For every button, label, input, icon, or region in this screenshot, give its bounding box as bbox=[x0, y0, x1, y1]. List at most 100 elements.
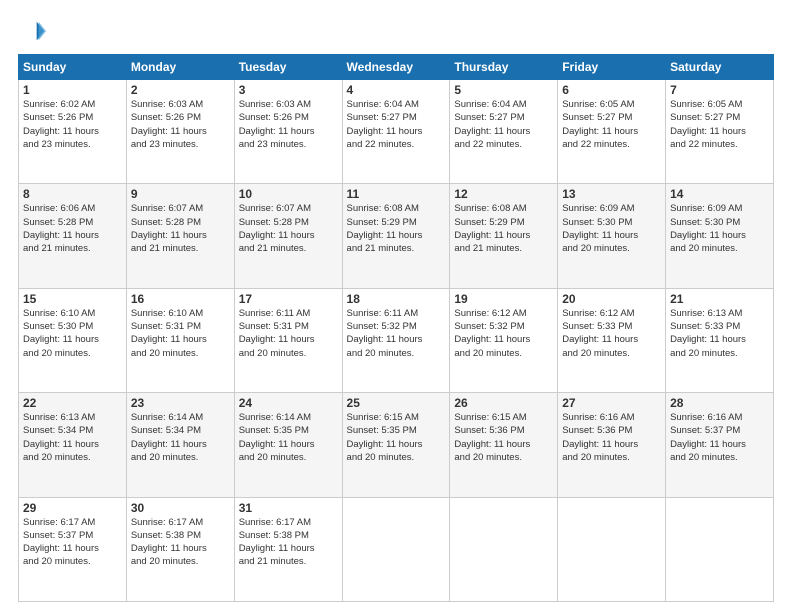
day-number: 3 bbox=[239, 83, 338, 97]
logo bbox=[18, 18, 50, 46]
calendar-cell: 16Sunrise: 6:10 AM Sunset: 5:31 PM Dayli… bbox=[126, 288, 234, 392]
day-number: 30 bbox=[131, 501, 230, 515]
calendar-cell: 28Sunrise: 6:16 AM Sunset: 5:37 PM Dayli… bbox=[666, 393, 774, 497]
day-number: 23 bbox=[131, 396, 230, 410]
day-number: 26 bbox=[454, 396, 553, 410]
day-info: Sunrise: 6:14 AM Sunset: 5:34 PM Dayligh… bbox=[131, 411, 230, 464]
calendar-cell: 22Sunrise: 6:13 AM Sunset: 5:34 PM Dayli… bbox=[19, 393, 127, 497]
weekday-header: Wednesday bbox=[342, 55, 450, 80]
page: SundayMondayTuesdayWednesdayThursdayFrid… bbox=[0, 0, 792, 612]
day-info: Sunrise: 6:03 AM Sunset: 5:26 PM Dayligh… bbox=[239, 98, 338, 151]
day-info: Sunrise: 6:17 AM Sunset: 5:37 PM Dayligh… bbox=[23, 516, 122, 569]
day-number: 28 bbox=[670, 396, 769, 410]
calendar-week-row: 15Sunrise: 6:10 AM Sunset: 5:30 PM Dayli… bbox=[19, 288, 774, 392]
weekday-header: Tuesday bbox=[234, 55, 342, 80]
calendar-cell: 7Sunrise: 6:05 AM Sunset: 5:27 PM Daylig… bbox=[666, 80, 774, 184]
calendar-cell: 31Sunrise: 6:17 AM Sunset: 5:38 PM Dayli… bbox=[234, 497, 342, 601]
calendar-cell: 6Sunrise: 6:05 AM Sunset: 5:27 PM Daylig… bbox=[558, 80, 666, 184]
header bbox=[18, 18, 774, 46]
day-info: Sunrise: 6:11 AM Sunset: 5:31 PM Dayligh… bbox=[239, 307, 338, 360]
day-info: Sunrise: 6:13 AM Sunset: 5:33 PM Dayligh… bbox=[670, 307, 769, 360]
calendar-cell bbox=[342, 497, 450, 601]
day-info: Sunrise: 6:04 AM Sunset: 5:27 PM Dayligh… bbox=[347, 98, 446, 151]
day-number: 6 bbox=[562, 83, 661, 97]
day-number: 29 bbox=[23, 501, 122, 515]
day-info: Sunrise: 6:03 AM Sunset: 5:26 PM Dayligh… bbox=[131, 98, 230, 151]
day-number: 22 bbox=[23, 396, 122, 410]
day-number: 15 bbox=[23, 292, 122, 306]
calendar-cell: 13Sunrise: 6:09 AM Sunset: 5:30 PM Dayli… bbox=[558, 184, 666, 288]
calendar-cell: 17Sunrise: 6:11 AM Sunset: 5:31 PM Dayli… bbox=[234, 288, 342, 392]
day-number: 17 bbox=[239, 292, 338, 306]
calendar-cell bbox=[450, 497, 558, 601]
calendar-cell: 18Sunrise: 6:11 AM Sunset: 5:32 PM Dayli… bbox=[342, 288, 450, 392]
day-info: Sunrise: 6:10 AM Sunset: 5:30 PM Dayligh… bbox=[23, 307, 122, 360]
day-info: Sunrise: 6:08 AM Sunset: 5:29 PM Dayligh… bbox=[347, 202, 446, 255]
day-info: Sunrise: 6:06 AM Sunset: 5:28 PM Dayligh… bbox=[23, 202, 122, 255]
day-number: 1 bbox=[23, 83, 122, 97]
day-number: 8 bbox=[23, 187, 122, 201]
day-number: 27 bbox=[562, 396, 661, 410]
weekday-header: Saturday bbox=[666, 55, 774, 80]
calendar-cell: 10Sunrise: 6:07 AM Sunset: 5:28 PM Dayli… bbox=[234, 184, 342, 288]
calendar-cell: 11Sunrise: 6:08 AM Sunset: 5:29 PM Dayli… bbox=[342, 184, 450, 288]
day-number: 18 bbox=[347, 292, 446, 306]
calendar-cell: 5Sunrise: 6:04 AM Sunset: 5:27 PM Daylig… bbox=[450, 80, 558, 184]
day-number: 19 bbox=[454, 292, 553, 306]
day-number: 24 bbox=[239, 396, 338, 410]
day-number: 20 bbox=[562, 292, 661, 306]
day-info: Sunrise: 6:17 AM Sunset: 5:38 PM Dayligh… bbox=[131, 516, 230, 569]
calendar-cell: 19Sunrise: 6:12 AM Sunset: 5:32 PM Dayli… bbox=[450, 288, 558, 392]
calendar-cell: 26Sunrise: 6:15 AM Sunset: 5:36 PM Dayli… bbox=[450, 393, 558, 497]
day-number: 25 bbox=[347, 396, 446, 410]
calendar-cell: 1Sunrise: 6:02 AM Sunset: 5:26 PM Daylig… bbox=[19, 80, 127, 184]
calendar-cell: 4Sunrise: 6:04 AM Sunset: 5:27 PM Daylig… bbox=[342, 80, 450, 184]
calendar-cell: 12Sunrise: 6:08 AM Sunset: 5:29 PM Dayli… bbox=[450, 184, 558, 288]
day-info: Sunrise: 6:07 AM Sunset: 5:28 PM Dayligh… bbox=[239, 202, 338, 255]
day-number: 21 bbox=[670, 292, 769, 306]
calendar-header-row: SundayMondayTuesdayWednesdayThursdayFrid… bbox=[19, 55, 774, 80]
calendar-cell bbox=[666, 497, 774, 601]
weekday-header: Monday bbox=[126, 55, 234, 80]
day-info: Sunrise: 6:15 AM Sunset: 5:35 PM Dayligh… bbox=[347, 411, 446, 464]
day-info: Sunrise: 6:11 AM Sunset: 5:32 PM Dayligh… bbox=[347, 307, 446, 360]
day-info: Sunrise: 6:07 AM Sunset: 5:28 PM Dayligh… bbox=[131, 202, 230, 255]
day-info: Sunrise: 6:05 AM Sunset: 5:27 PM Dayligh… bbox=[670, 98, 769, 151]
day-number: 12 bbox=[454, 187, 553, 201]
calendar-cell: 21Sunrise: 6:13 AM Sunset: 5:33 PM Dayli… bbox=[666, 288, 774, 392]
day-info: Sunrise: 6:14 AM Sunset: 5:35 PM Dayligh… bbox=[239, 411, 338, 464]
calendar-cell: 14Sunrise: 6:09 AM Sunset: 5:30 PM Dayli… bbox=[666, 184, 774, 288]
calendar-table: SundayMondayTuesdayWednesdayThursdayFrid… bbox=[18, 54, 774, 602]
day-info: Sunrise: 6:09 AM Sunset: 5:30 PM Dayligh… bbox=[562, 202, 661, 255]
day-info: Sunrise: 6:12 AM Sunset: 5:32 PM Dayligh… bbox=[454, 307, 553, 360]
day-number: 10 bbox=[239, 187, 338, 201]
day-info: Sunrise: 6:02 AM Sunset: 5:26 PM Dayligh… bbox=[23, 98, 122, 151]
calendar-cell: 24Sunrise: 6:14 AM Sunset: 5:35 PM Dayli… bbox=[234, 393, 342, 497]
calendar-cell: 3Sunrise: 6:03 AM Sunset: 5:26 PM Daylig… bbox=[234, 80, 342, 184]
calendar-week-row: 29Sunrise: 6:17 AM Sunset: 5:37 PM Dayli… bbox=[19, 497, 774, 601]
calendar-cell: 29Sunrise: 6:17 AM Sunset: 5:37 PM Dayli… bbox=[19, 497, 127, 601]
calendar-week-row: 22Sunrise: 6:13 AM Sunset: 5:34 PM Dayli… bbox=[19, 393, 774, 497]
day-info: Sunrise: 6:16 AM Sunset: 5:36 PM Dayligh… bbox=[562, 411, 661, 464]
day-info: Sunrise: 6:04 AM Sunset: 5:27 PM Dayligh… bbox=[454, 98, 553, 151]
day-number: 31 bbox=[239, 501, 338, 515]
calendar-cell: 8Sunrise: 6:06 AM Sunset: 5:28 PM Daylig… bbox=[19, 184, 127, 288]
calendar-cell: 15Sunrise: 6:10 AM Sunset: 5:30 PM Dayli… bbox=[19, 288, 127, 392]
day-number: 5 bbox=[454, 83, 553, 97]
day-info: Sunrise: 6:15 AM Sunset: 5:36 PM Dayligh… bbox=[454, 411, 553, 464]
day-info: Sunrise: 6:16 AM Sunset: 5:37 PM Dayligh… bbox=[670, 411, 769, 464]
calendar-week-row: 8Sunrise: 6:06 AM Sunset: 5:28 PM Daylig… bbox=[19, 184, 774, 288]
day-info: Sunrise: 6:10 AM Sunset: 5:31 PM Dayligh… bbox=[131, 307, 230, 360]
day-info: Sunrise: 6:09 AM Sunset: 5:30 PM Dayligh… bbox=[670, 202, 769, 255]
calendar-cell: 2Sunrise: 6:03 AM Sunset: 5:26 PM Daylig… bbox=[126, 80, 234, 184]
day-number: 11 bbox=[347, 187, 446, 201]
weekday-header: Friday bbox=[558, 55, 666, 80]
calendar-cell: 27Sunrise: 6:16 AM Sunset: 5:36 PM Dayli… bbox=[558, 393, 666, 497]
calendar-cell: 23Sunrise: 6:14 AM Sunset: 5:34 PM Dayli… bbox=[126, 393, 234, 497]
calendar-week-row: 1Sunrise: 6:02 AM Sunset: 5:26 PM Daylig… bbox=[19, 80, 774, 184]
calendar-cell: 9Sunrise: 6:07 AM Sunset: 5:28 PM Daylig… bbox=[126, 184, 234, 288]
weekday-header: Thursday bbox=[450, 55, 558, 80]
day-number: 7 bbox=[670, 83, 769, 97]
day-info: Sunrise: 6:05 AM Sunset: 5:27 PM Dayligh… bbox=[562, 98, 661, 151]
day-number: 9 bbox=[131, 187, 230, 201]
